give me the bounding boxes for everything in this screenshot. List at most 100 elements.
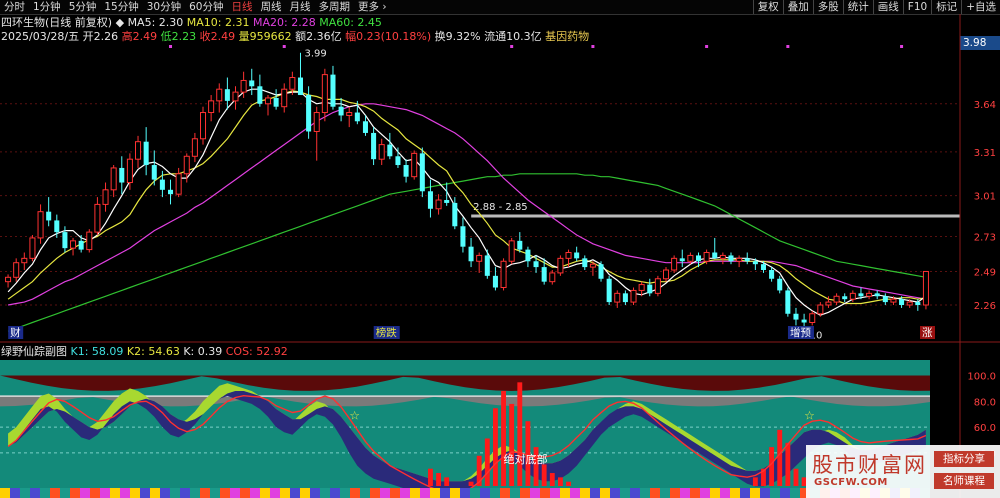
bottom-strip-cell-57 — [570, 488, 580, 498]
tool-button-7[interactable]: +自选 — [961, 0, 1000, 14]
stock-title: 四环生物(日线 前复权) — [1, 16, 113, 29]
candle-body-28 — [232, 91, 239, 102]
quote-volume: 量959662 — [238, 30, 292, 43]
bottom-strip-cell-35 — [350, 488, 360, 498]
event-flag-1: 榜跌 — [376, 326, 397, 339]
bottom-strip-cell-19 — [190, 488, 200, 498]
candle-body-29 — [240, 79, 247, 93]
bottom-strip-cell-45 — [450, 488, 460, 498]
bottom-strip-cell-32 — [320, 488, 330, 498]
k2-label: K2: 54.63 — [126, 345, 180, 358]
quote-concept[interactable]: 基因药物 — [545, 30, 589, 43]
watermark-url: GSCFW.COM — [814, 477, 888, 488]
candle-body-42 — [346, 112, 353, 116]
event-flag-2: 增预 — [790, 326, 811, 339]
candle-body-49 — [403, 165, 409, 177]
bottom-strip-cell-50 — [500, 488, 510, 498]
period-tab-7[interactable]: 周线 — [257, 0, 286, 14]
bottom-strip-cell-7 — [70, 488, 80, 498]
signal-bar-52 — [428, 468, 433, 486]
tool-button-1[interactable]: 叠加 — [782, 0, 813, 14]
candle-body-33 — [273, 97, 279, 107]
bottom-strip-cell-39 — [390, 488, 400, 498]
candle-body-11 — [94, 203, 101, 233]
period-tab-6[interactable]: 日线 — [228, 0, 257, 14]
bottom-strip-cell-76 — [760, 488, 770, 498]
bottom-strip-cell-23 — [230, 488, 240, 498]
quote-change: 幅0.23(10.18%) — [345, 30, 432, 43]
tool-button-4[interactable]: 画线 — [872, 0, 903, 14]
tool-button-2[interactable]: 多股 — [812, 0, 843, 14]
candle-body-51 — [419, 153, 425, 192]
bottom-strip-cell-47 — [470, 488, 480, 498]
bottom-strip-cell-46 — [460, 488, 470, 498]
period-tabs: 分时 1分钟 5分钟 15分钟 30分钟 60分钟 日线 周线 月线 多周期 更多 › — [0, 0, 391, 14]
stock-chart-window: 分时 1分钟 5分钟 15分钟 30分钟 60分钟 日线 周线 月线 多周期 更多 › 复权 叠加 多股… — [0, 0, 1000, 498]
indicator-name[interactable]: 绿野仙踪副图 — [1, 345, 67, 358]
bottom-strip-cell-6 — [60, 488, 70, 498]
bottom-strip-cell-26 — [260, 488, 270, 498]
bottom-strip-cell-20 — [200, 488, 210, 498]
bottom-strip-cell-52 — [520, 488, 530, 498]
candle-body-102 — [833, 295, 840, 303]
period-tab-2[interactable]: 5分钟 — [65, 0, 101, 14]
period-tab-0[interactable]: 分时 — [0, 0, 29, 14]
candle-body-65 — [533, 261, 539, 268]
period-tab-4[interactable]: 30分钟 — [143, 0, 185, 14]
candle-body-52 — [427, 191, 433, 209]
candle-body-61 — [500, 260, 507, 289]
bottom-strip-cell-25 — [250, 488, 260, 498]
event-flag-3: 涨 — [922, 327, 933, 339]
bottom-strip-cell-48 — [480, 488, 490, 498]
signal-bar-68 — [557, 477, 563, 486]
candle-body-50 — [411, 152, 418, 178]
candle-body-14 — [119, 167, 125, 183]
tool-button-6[interactable]: 标记 — [931, 0, 961, 14]
candle-body-87 — [712, 252, 718, 259]
candle-body-58 — [476, 254, 483, 262]
candle-body-7 — [62, 232, 68, 249]
period-tab-1[interactable]: 1分钟 — [29, 0, 65, 14]
candle-body-82 — [671, 257, 678, 271]
quote-row: 2025/03/28/五 开2.26 高2.49 低2.23 收2.49 量95… — [1, 30, 589, 43]
star-marker-0: ☆ — [349, 408, 360, 422]
signal-bar-61 — [501, 390, 506, 486]
candle-body-100 — [817, 304, 824, 315]
period-tab-5[interactable]: 60分钟 — [185, 0, 227, 14]
candle-body-32 — [264, 97, 272, 105]
signal-dot-3 — [591, 45, 595, 48]
candle-body-39 — [321, 74, 328, 114]
candle-body-76 — [622, 293, 628, 303]
price-chart[interactable]: 2.88 - 2.853.992.10财榜跌增预涨 — [0, 44, 960, 340]
candle-body-20 — [167, 189, 174, 195]
candle-body-25 — [208, 100, 215, 114]
bottom-strip-cell-59 — [590, 488, 600, 498]
watermark-tag-courses: 名师课程 — [934, 473, 994, 489]
tool-button-5[interactable]: F10 — [902, 0, 931, 14]
bottom-strip-cell-3 — [30, 488, 40, 498]
bottom-strip-cell-21 — [210, 488, 220, 498]
period-tab-10[interactable]: 更多 › — [354, 0, 391, 14]
period-tab-8[interactable]: 月线 — [286, 0, 315, 14]
ma20-label: MA20: 2.28 — [253, 16, 316, 29]
period-tab-3[interactable]: 15分钟 — [100, 0, 142, 14]
candle-body-73 — [598, 264, 604, 279]
quote-amount: 额2.36亿 — [295, 30, 342, 43]
candle-body-27 — [224, 89, 230, 101]
tool-button-0[interactable]: 复权 — [752, 0, 783, 14]
indicator-tick-0: 100.0 — [967, 371, 996, 382]
signal-bar-66 — [541, 464, 547, 486]
price-tick-2: 3.01 — [974, 192, 996, 203]
period-tab-9[interactable]: 多周期 — [315, 0, 355, 14]
settings-icon[interactable]: ◆ — [116, 16, 124, 29]
candle-body-97 — [793, 313, 799, 320]
bottom-strip-cell-49 — [490, 488, 500, 498]
signal-bar-62 — [509, 403, 515, 486]
bottom-strip-cell-24 — [240, 488, 250, 498]
quote-date: 2025/03/28/五 — [1, 30, 80, 43]
candle-body-95 — [777, 278, 783, 291]
tool-button-3[interactable]: 统计 — [842, 0, 873, 14]
candle-body-16 — [135, 141, 142, 160]
candle-body-105 — [858, 293, 864, 297]
candle-body-85 — [695, 255, 702, 262]
